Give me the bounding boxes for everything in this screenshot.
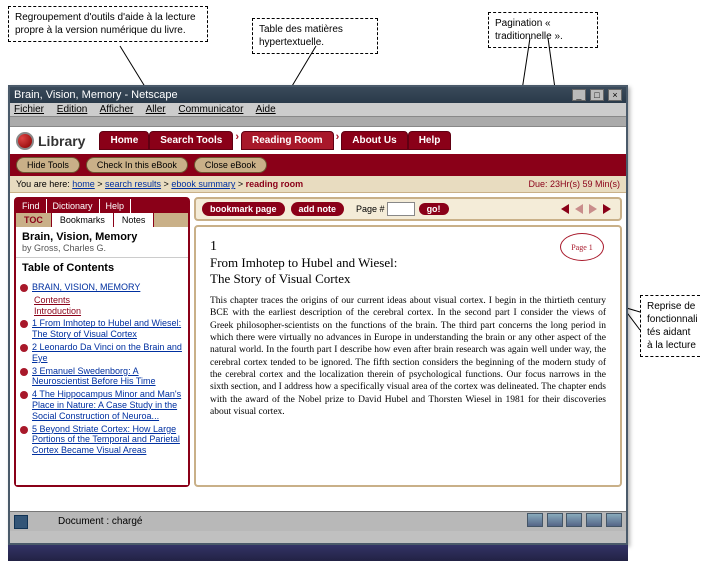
tab-dictionary[interactable]: Dictionary xyxy=(47,199,100,213)
chapter-number: 1 xyxy=(210,239,606,255)
next-page-icon[interactable] xyxy=(603,204,611,214)
tab-find[interactable]: Find xyxy=(16,199,47,213)
chapter-title-1: From Imhotep to Hubel and Wiesel: xyxy=(210,255,606,271)
nav-about[interactable]: About Us xyxy=(341,131,407,150)
tab-notes[interactable]: Notes xyxy=(114,213,155,227)
btn-hide-tools[interactable]: Hide Tools xyxy=(16,157,80,173)
status-text: Document : chargé xyxy=(58,516,143,527)
reading-pane: bookmark page add note Page # go! Page 1… xyxy=(194,197,622,487)
logo-icon xyxy=(16,132,34,150)
nav-reading-room[interactable]: Reading Room xyxy=(241,131,334,150)
due-time: Due: 23Hr(s) 59 Min(s) xyxy=(528,179,620,189)
tab-bookmarks[interactable]: Bookmarks xyxy=(52,213,114,227)
maximize-button[interactable]: □ xyxy=(590,89,604,101)
bullet-icon xyxy=(20,368,28,376)
reading-toolbar: bookmark page add note Page # go! xyxy=(194,197,622,221)
status-mini-icon xyxy=(566,513,582,527)
toc-item-4[interactable]: 4 The Hippocampus Minor and Man's Place … xyxy=(32,389,184,421)
main-nav: Home Search Tools› Reading Room› About U… xyxy=(99,131,451,150)
menu-file[interactable]: Fichier xyxy=(14,104,44,115)
nav-search[interactable]: Search Tools xyxy=(149,131,233,150)
status-mini-icon xyxy=(527,513,543,527)
window-titlebar: Brain, Vision, Memory - Netscape _ □ × xyxy=(10,87,626,103)
bullet-icon xyxy=(20,391,28,399)
btn-go[interactable]: go! xyxy=(419,203,449,215)
menu-bar: Fichier Edition Afficher Aller Communica… xyxy=(10,103,626,117)
menu-communicator[interactable]: Communicator xyxy=(178,104,243,115)
crumb-home[interactable]: home xyxy=(72,179,95,189)
toc-item-3[interactable]: 3 Emanuel Swedenborg: A Neuroscientist B… xyxy=(32,366,184,388)
toc-sub-contents[interactable]: Contents xyxy=(34,295,184,306)
header-row: Library Home Search Tools› Reading Room›… xyxy=(10,127,626,154)
menu-edit[interactable]: Edition xyxy=(57,104,88,115)
bullet-icon xyxy=(20,320,28,328)
breadcrumb: You are here: home > search results > eb… xyxy=(10,176,626,193)
tab-toc[interactable]: TOC xyxy=(16,213,52,227)
annotation-toc: Table des matières hypertextuelle. xyxy=(252,18,378,54)
book-author: by Gross, Charles G. xyxy=(22,243,182,253)
tools-sidebar: Find Dictionary Help TOC Bookmarks Notes… xyxy=(14,197,190,487)
annotation-reprise: Reprise de fonctionnali tés aidant à la … xyxy=(640,295,700,357)
toc-item-5[interactable]: 5 Beyond Striate Cortex: How Large Porti… xyxy=(32,424,184,456)
crumb-summary[interactable]: ebook summary xyxy=(171,179,235,189)
breadcrumb-label: You are here: xyxy=(16,179,70,189)
brand-text: Library xyxy=(38,133,85,149)
crumb-results[interactable]: search results xyxy=(105,179,161,189)
bullet-icon xyxy=(20,344,28,352)
browser-toolbar xyxy=(10,117,626,127)
page-view[interactable]: Page 1 1 From Imhotep to Hubel and Wiese… xyxy=(194,225,622,487)
btn-add-note[interactable]: add note xyxy=(291,202,345,216)
sub-nav: Hide Tools Check In this eBook Close eBo… xyxy=(10,154,626,176)
sidebar-tabs-lower: TOC Bookmarks Notes xyxy=(16,213,188,227)
bullet-icon xyxy=(20,284,28,292)
annotation-tools-group: Regroupement d'outils d'aide à la lectur… xyxy=(8,6,208,42)
page-num-label: Page # xyxy=(356,204,385,214)
os-taskbar xyxy=(8,545,628,561)
chapter-body: This chapter traces the origins of our c… xyxy=(210,295,606,418)
book-title: Brain, Vision, Memory xyxy=(22,231,182,243)
status-right-icons xyxy=(526,513,622,530)
close-button[interactable]: × xyxy=(608,89,622,101)
book-header: Brain, Vision, Memory by Gross, Charles … xyxy=(16,227,188,258)
btn-close-ebook[interactable]: Close eBook xyxy=(194,157,267,173)
bullet-icon xyxy=(20,426,28,434)
annotation-pagination: Pagination « traditionnelle ». xyxy=(488,12,598,48)
nav-home[interactable]: Home xyxy=(99,131,149,150)
toc-item-2[interactable]: 2 Leonardo Da Vinci on the Brain and Eye xyxy=(32,342,184,364)
status-mini-icon xyxy=(586,513,602,527)
chapter-title-2: The Story of Visual Cortex xyxy=(210,271,606,287)
crumb-current: reading room xyxy=(246,179,304,189)
sidebar-tabs-top: Find Dictionary Help xyxy=(16,199,188,213)
tab-help[interactable]: Help xyxy=(100,199,132,213)
minimize-button[interactable]: _ xyxy=(572,89,586,101)
page-nav-arrows xyxy=(558,204,614,214)
site-logo: Library xyxy=(16,132,85,150)
browser-window: Brain, Vision, Memory - Netscape _ □ × F… xyxy=(8,85,628,545)
page-content: Library Home Search Tools› Reading Room›… xyxy=(10,127,626,511)
window-controls: _ □ × xyxy=(571,89,622,101)
status-bar: Document : chargé xyxy=(10,511,626,531)
toc-item-1[interactable]: 1 From Imhotep to Hubel and Wiesel: The … xyxy=(32,318,184,340)
toc-sub-intro[interactable]: Introduction xyxy=(34,306,184,317)
page-stamp: Page 1 xyxy=(560,233,604,261)
page-num-input[interactable] xyxy=(387,202,415,216)
status-icon xyxy=(14,515,28,529)
menu-help[interactable]: Aide xyxy=(256,104,276,115)
toc-item-0[interactable]: BRAIN, VISION, MEMORY xyxy=(32,282,140,293)
status-mini-icon xyxy=(547,513,563,527)
first-page-icon[interactable] xyxy=(575,204,583,214)
menu-go[interactable]: Aller xyxy=(146,104,166,115)
btn-bookmark-page[interactable]: bookmark page xyxy=(202,202,285,216)
toc-list[interactable]: BRAIN, VISION, MEMORY Contents Introduct… xyxy=(16,278,188,485)
window-title: Brain, Vision, Memory - Netscape xyxy=(14,89,178,101)
last-page-icon[interactable] xyxy=(589,204,597,214)
toc-heading: Table of Contents xyxy=(16,258,188,278)
menu-view[interactable]: Afficher xyxy=(100,104,134,115)
prev-page-icon[interactable] xyxy=(561,204,569,214)
nav-help[interactable]: Help xyxy=(408,131,452,150)
status-mini-icon xyxy=(606,513,622,527)
btn-checkin[interactable]: Check In this eBook xyxy=(86,157,188,173)
